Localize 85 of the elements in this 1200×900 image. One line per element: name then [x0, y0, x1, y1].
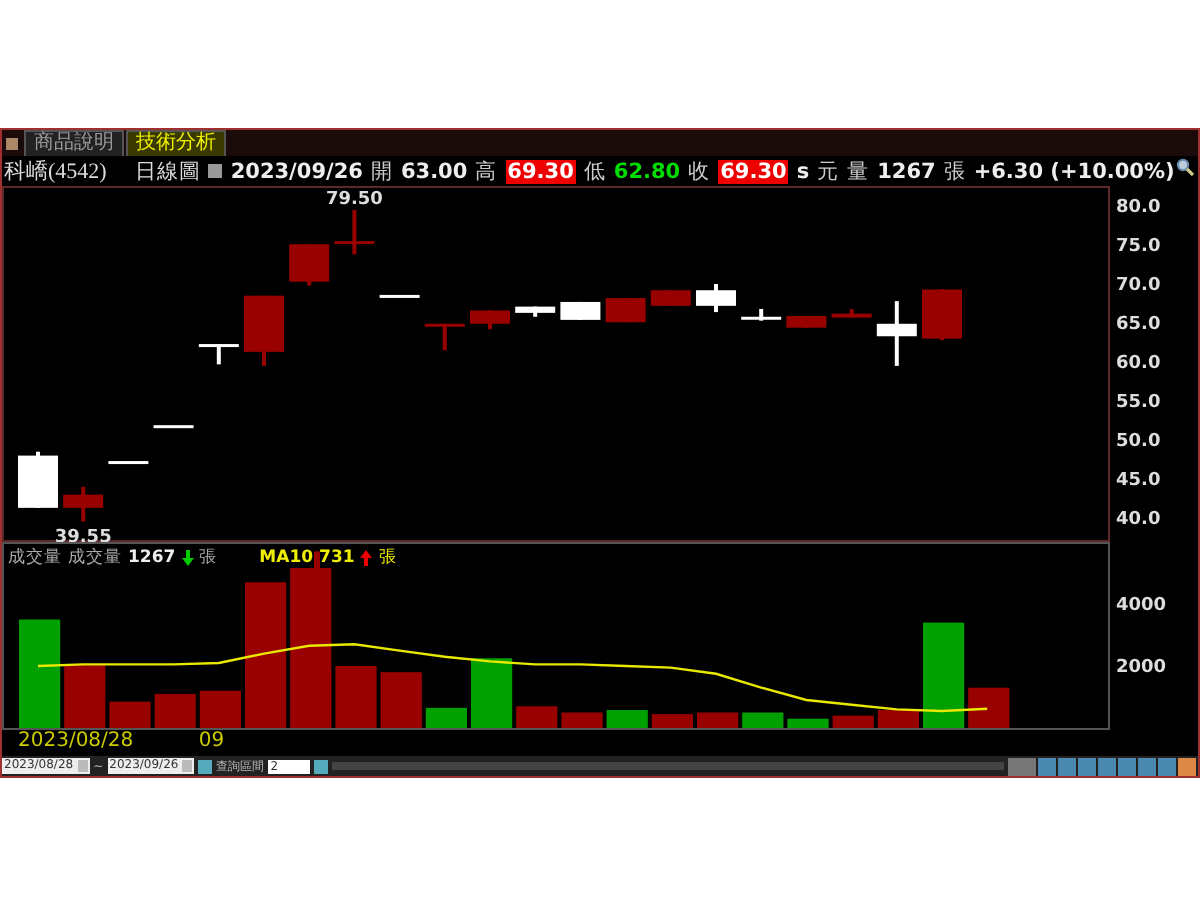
- low-label: 低: [583, 157, 606, 185]
- candlestick: [470, 310, 510, 330]
- volume-bar: [380, 672, 422, 728]
- axis-label: 45.0: [1116, 471, 1161, 491]
- candlestick: [696, 284, 736, 313]
- volume-bar: [742, 712, 784, 728]
- volume-bar: [651, 714, 693, 728]
- candlestick: [650, 290, 691, 306]
- low-price: 62.80: [613, 159, 681, 183]
- volume-bar: [787, 718, 829, 728]
- chart-kind: 日線圖: [134, 157, 201, 185]
- axis-label: 50.0: [1116, 432, 1161, 452]
- panel-title: 成交量: [8, 546, 62, 570]
- volume-bar: [606, 710, 648, 728]
- candlestick: [18, 451, 58, 508]
- volume-value: 1267: [128, 548, 176, 568]
- volume-unit: 張: [943, 157, 966, 185]
- candlestick: [244, 295, 284, 366]
- candlestick: [289, 244, 330, 286]
- close-label: 收: [688, 157, 711, 185]
- axis-label: 75.0: [1116, 237, 1161, 257]
- candlestick: [741, 308, 782, 321]
- high-label: 高: [475, 157, 498, 185]
- volume-bar: [471, 658, 513, 728]
- candlestick: [198, 344, 239, 365]
- axis-label: 60.0: [1116, 354, 1161, 374]
- volume-bar: [923, 622, 965, 728]
- axis-label: 70.0: [1116, 276, 1161, 296]
- axis-label: 40.0: [1116, 510, 1161, 530]
- unit-mark: s: [796, 159, 810, 183]
- close-price: 69.30: [718, 159, 789, 183]
- date-label: 09: [198, 730, 225, 752]
- high-price: 69.30: [505, 159, 576, 183]
- candlestick: [63, 486, 104, 522]
- volume-bar: [832, 715, 874, 728]
- volume-bar: [109, 701, 151, 728]
- axis-label: 80.0: [1116, 198, 1161, 218]
- volume-bar: [516, 706, 558, 728]
- candlestick: [876, 301, 917, 366]
- volume-bar: [64, 664, 106, 728]
- quote-date: 2023/09/26: [230, 159, 363, 183]
- volume-bar: [561, 712, 603, 728]
- price-change: +6.30 (+10.00%): [973, 159, 1175, 183]
- candlestick: [379, 292, 420, 298]
- candlestick: [560, 301, 601, 320]
- ma-label: MA10: [259, 548, 314, 568]
- axis-label: 2000: [1116, 658, 1167, 678]
- down-arrow-icon: [181, 550, 194, 566]
- volume-label: 成交量: [68, 546, 122, 570]
- ma-value: 731: [319, 548, 355, 568]
- candlestick: [334, 209, 375, 255]
- axis-label: 55.0: [1116, 393, 1161, 413]
- ma-unit: 張: [378, 546, 397, 570]
- open-price: 63.00: [400, 159, 468, 183]
- volume-bar: [968, 687, 1010, 728]
- open-label: 開: [370, 157, 393, 185]
- volume-bar: [199, 690, 241, 728]
- stock-name: 科嶠(4542): [4, 158, 107, 186]
- candlestick: [424, 323, 465, 351]
- price-label: 79.50: [325, 189, 383, 210]
- candlestick: [786, 316, 827, 328]
- candlestick: [108, 459, 149, 465]
- volume-bar: [877, 710, 919, 728]
- volume-bar: [19, 619, 61, 728]
- axis-label: 4000: [1116, 596, 1167, 616]
- date-label: 2023/08/28: [18, 730, 134, 752]
- volume-label: 量: [847, 157, 870, 185]
- volume-bar: [335, 666, 377, 728]
- volume-bar: [697, 712, 739, 728]
- tab[interactable]: 商品說明: [24, 130, 124, 156]
- up-arrow-icon: [360, 550, 373, 566]
- candlestick: [515, 306, 556, 317]
- scroll-bar[interactable]: [332, 762, 1004, 770]
- volume-bar: [154, 693, 196, 728]
- volume-value: 1267: [877, 159, 936, 183]
- axis-label: 65.0: [1116, 315, 1161, 335]
- candlestick: [605, 298, 646, 323]
- candlestick: [922, 289, 962, 341]
- tab[interactable]: 技術分析: [126, 130, 226, 156]
- price-label: 39.55: [54, 527, 112, 542]
- volume-bar: [425, 707, 467, 728]
- volume-unit: 張: [199, 546, 218, 570]
- candlestick: [153, 423, 194, 429]
- candlestick: [831, 308, 872, 318]
- currency-unit: 元: [817, 157, 840, 185]
